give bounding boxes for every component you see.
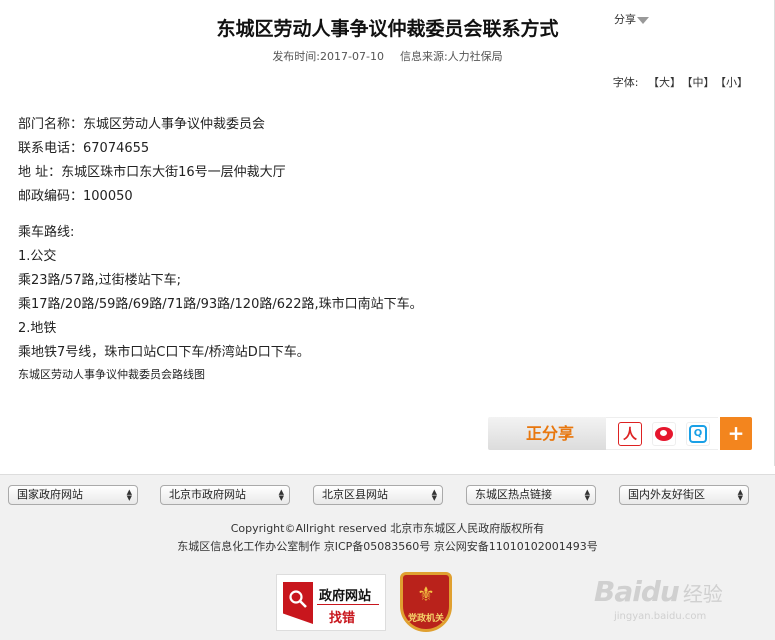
route-title: 乘车路线: xyxy=(18,225,75,240)
weibo-icon[interactable] xyxy=(652,422,676,446)
baidu-jingyan-watermark: Baidu 经验 jingyan.baidu.com xyxy=(594,575,764,630)
icp-text: 东城区信息化工作办公室制作 京ICP备05083560号 京公网安备110101… xyxy=(177,540,598,553)
chevron-down-icon xyxy=(637,16,649,24)
emblem-icon: ⚜ xyxy=(417,582,435,606)
font-size-medium[interactable]: 【中】 xyxy=(687,76,715,89)
select-arrows-icon: ▲ ▼ xyxy=(584,488,590,502)
address: 地 址：东城区珠市口东大街16号一层仲裁大厅 xyxy=(18,165,286,180)
badge-gov-title: 政府网站 xyxy=(319,589,372,604)
subway-line: 乘地铁7号线，珠市口站C口下车/桥湾站D口下车。 xyxy=(18,345,310,360)
watermark-brand-cn: 经验 xyxy=(682,582,723,606)
dept-name: 部门名称：东城区劳动人事争议仲裁委员会 xyxy=(18,117,266,132)
info-source: 信息来源:人力社保局 xyxy=(399,50,503,63)
share-more-button[interactable]: + xyxy=(720,417,752,450)
share-bar-label: 正分享 xyxy=(488,417,620,450)
article-meta: 发布时间:2017-07-10 信息来源:人力社保局 xyxy=(0,48,775,64)
postcode: 邮政编码：100050 xyxy=(18,189,133,204)
party-gov-agency-badge[interactable]: ⚜ 党政机关 xyxy=(400,572,452,634)
share-label: 分享 xyxy=(614,13,636,26)
contact-phone: 联系电话：67074655 xyxy=(18,141,150,156)
font-size-small[interactable]: 【小】 xyxy=(721,76,749,89)
qzone-icon[interactable]: Q xyxy=(686,422,710,446)
footer-link-selects: 国家政府网站 ▲ ▼ 北京市政府网站 ▲ ▼ 北京区县网站 ▲ ▼ 东城区热点链接 ▲ ▼ 国内… xyxy=(8,485,768,505)
badge-gov-sub: 找错 xyxy=(329,611,356,626)
share-buttons: 人 Q xyxy=(606,417,718,450)
subway-title: 2.地铁 xyxy=(18,321,57,336)
gov-site-error-report-badge[interactable]: 政府网站 找错 xyxy=(276,574,386,631)
select-arrows-icon: ▲ ▼ xyxy=(278,488,284,502)
copyright-text: Copyright©Allright reserved 北京市东城区人民政府版权… xyxy=(230,522,545,535)
renren-icon[interactable]: 人 xyxy=(618,422,642,446)
badge-party-text: 党政机关 xyxy=(407,614,444,624)
publish-time: 发布时间:2017-07-10 xyxy=(272,50,384,63)
bus-line-1: 乘23路/57路,过街楼站下车; xyxy=(18,273,181,288)
select-friendly-districts[interactable]: 国内外友好街区 ▲ ▼ xyxy=(619,485,749,505)
share-dropdown[interactable]: 分享 xyxy=(614,11,649,27)
select-arrows-icon: ▲ ▼ xyxy=(431,488,437,502)
shield-icon: ⚜ 党政机关 xyxy=(400,572,452,632)
magnifier-icon xyxy=(289,590,307,608)
select-national-gov-sites[interactable]: 国家政府网站 ▲ ▼ xyxy=(8,485,138,505)
font-size-large[interactable]: 【大】 xyxy=(648,76,681,89)
bus-title: 1.公交 xyxy=(18,249,57,264)
article-panel: 东城区劳动人事争议仲裁委员会联系方式 分享 发布时间:2017-07-10 信息来… xyxy=(0,0,775,466)
font-size-label: 字体: xyxy=(612,76,639,89)
font-size-switcher: 字体: 【大】 【中】 【小】 xyxy=(613,74,748,90)
select-beijing-gov-sites[interactable]: 北京市政府网站 ▲ ▼ xyxy=(160,485,290,505)
select-arrows-icon: ▲ ▼ xyxy=(126,488,132,502)
watermark-url: jingyan.baidu.com xyxy=(614,611,707,622)
select-dongcheng-hot-links[interactable]: 东城区热点链接 ▲ ▼ xyxy=(466,485,596,505)
copyright-block: Copyright©Allright reserved 北京市东城区人民政府版权… xyxy=(0,520,775,556)
page-title: 东城区劳动人事争议仲裁委员会联系方式 xyxy=(216,18,559,40)
map-caption: 东城区劳动人事争议仲裁委员会路线图 xyxy=(18,368,205,381)
watermark-brand: Baidu xyxy=(594,575,680,608)
select-arrows-icon: ▲ ▼ xyxy=(737,488,743,502)
select-district-sites[interactable]: 北京区县网站 ▲ ▼ xyxy=(313,485,443,505)
bus-line-2: 乘17路/20路/59路/69路/71路/93路/120路/622路,珠市口南站… xyxy=(18,297,423,312)
article-body: 部门名称：东城区劳动人事争议仲裁委员会 联系电话：67074655 地 址：东城… xyxy=(18,113,423,385)
share-bar: 正分享 人 Q + xyxy=(488,417,752,450)
